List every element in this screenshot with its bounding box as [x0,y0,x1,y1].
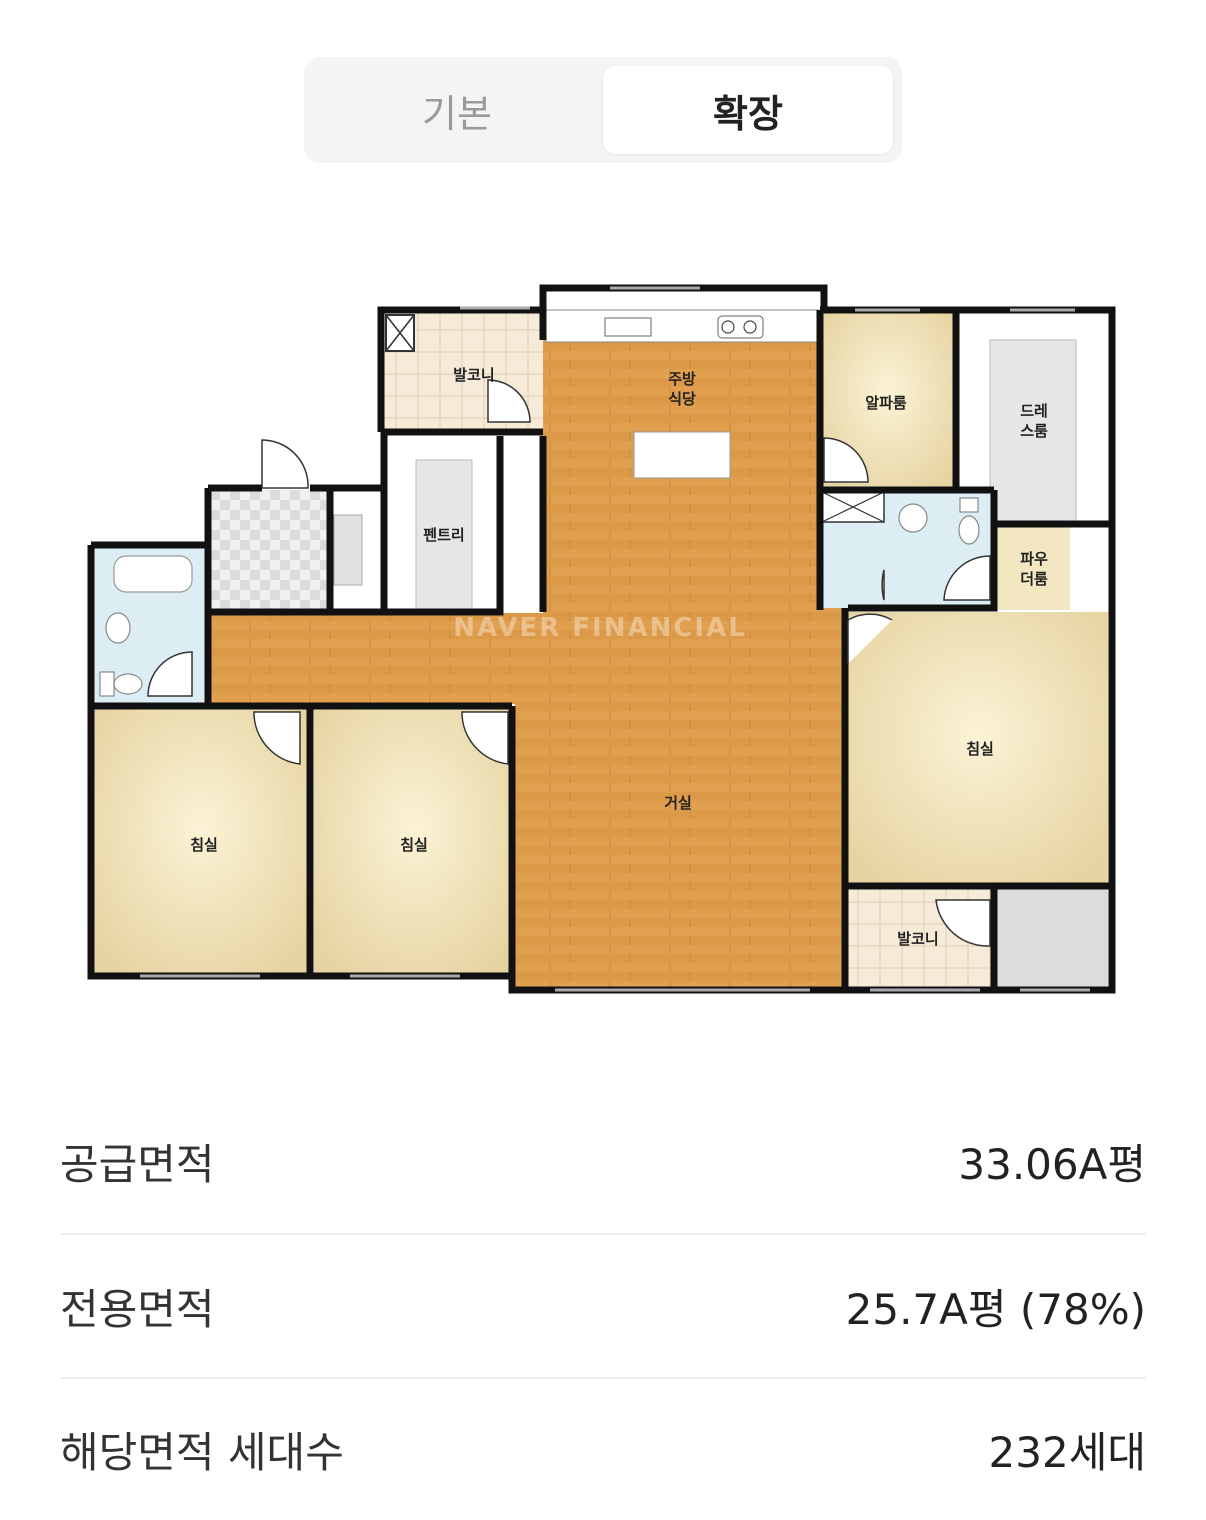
watermark: NAVER FINANCIAL [453,613,747,643]
exclusive-area-label: 전용면적 [60,1284,215,1334]
households-value: 232세대 [988,1427,1146,1477]
floor-plan: 발코니 주방 식당 알파룸 드레 스룸 펜트리 파우 더룸 NAVER FINA… [87,284,1116,994]
supply-area-label: 공급면적 [60,1139,215,1189]
exclusive-area-row: 전용면적 25.7A평 (78%) [60,1235,1146,1377]
label-bedroom-master: 침실 [966,740,994,758]
households-label: 해당면적 세대수 [60,1427,344,1477]
label-balcony-top: 발코니 [453,366,494,384]
label-pantry: 펜트리 [423,526,464,544]
label-dress-1: 드레 [1020,402,1048,420]
supply-area-row: 공급면적 33.06A평 [60,1090,1146,1232]
label-dress-2: 스룸 [1020,422,1048,440]
label-kitchen-1: 주방 [668,370,696,388]
label-bedroom-left: 침실 [190,836,218,854]
exclusive-area-value: 25.7A평 (78%) [845,1284,1146,1334]
label-powder-2: 더룸 [1020,570,1048,588]
label-powder-1: 파우 [1020,550,1048,568]
label-bedroom-middle: 침실 [400,836,428,854]
label-alpha-room: 알파룸 [865,394,907,412]
label-living: 거실 [664,794,692,812]
supply-area-value: 33.06A평 [958,1139,1146,1189]
label-kitchen-2: 식당 [668,390,696,408]
households-row: 해당면적 세대수 232세대 [60,1378,1146,1520]
label-balcony-bottom: 발코니 [897,930,938,948]
